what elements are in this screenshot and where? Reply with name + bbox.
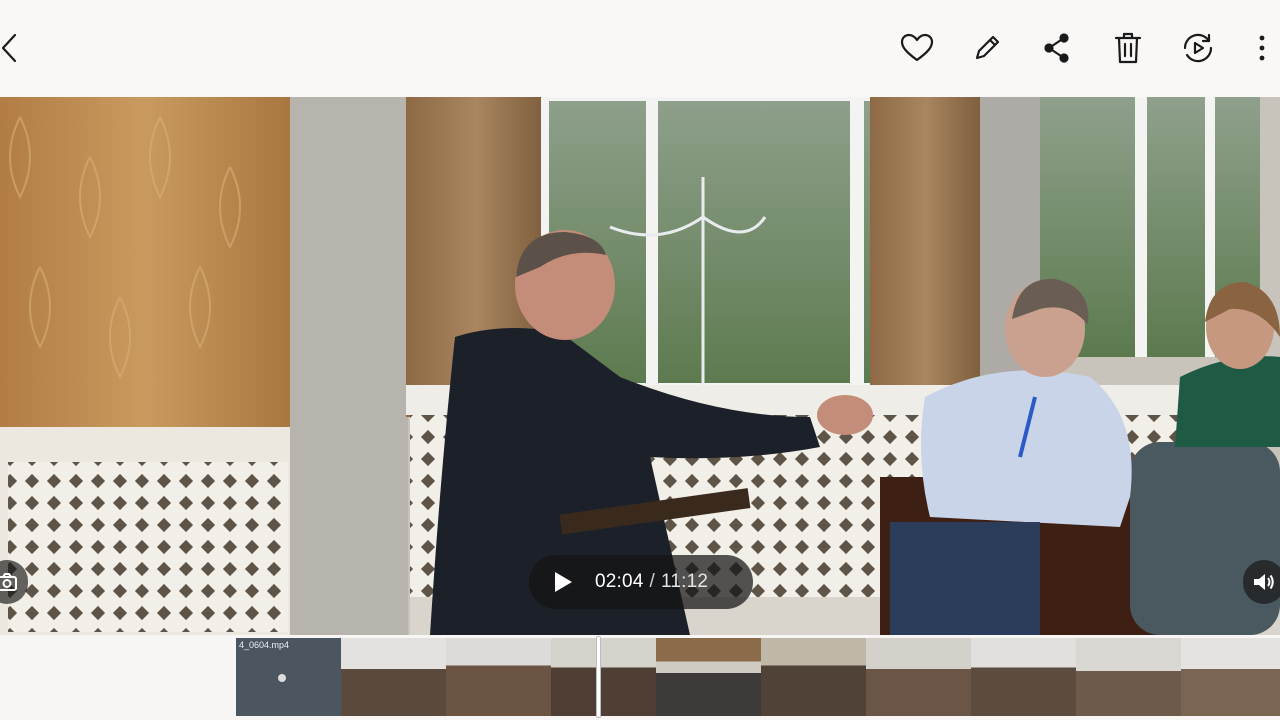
trash-icon	[1114, 32, 1142, 64]
speaker-icon	[1254, 574, 1274, 590]
filmstrip-frame[interactable]	[551, 638, 656, 716]
frame-marker	[278, 674, 286, 682]
filmstrip-frame[interactable]	[866, 638, 971, 716]
share-icon	[1044, 33, 1069, 63]
edit-button[interactable]	[967, 28, 1007, 68]
filmstrip-frame[interactable]	[446, 638, 551, 716]
play-button[interactable]	[553, 570, 575, 594]
frame-filename-label: 4_0604.mp4	[239, 640, 290, 650]
filmstrip-frame[interactable]	[341, 638, 446, 716]
filmstrip[interactable]: 4_0604.mp4	[236, 638, 1280, 716]
total-time: 11:12	[661, 571, 709, 592]
filmstrip-frame[interactable]	[1181, 638, 1280, 716]
filmstrip-frame[interactable]	[656, 638, 761, 716]
back-button[interactable]	[0, 28, 30, 68]
delete-button[interactable]	[1108, 28, 1148, 68]
convert-button[interactable]	[1178, 28, 1218, 68]
more-options-button[interactable]	[1242, 28, 1280, 68]
play-icon	[555, 572, 572, 592]
camera-capture-icon	[0, 573, 17, 591]
time-readout: 02:04/11:12	[595, 571, 708, 593]
more-vertical-icon	[1259, 35, 1265, 61]
pencil-icon	[975, 35, 1000, 60]
favorite-button[interactable]	[897, 28, 937, 68]
play-circle-arrows-icon	[1183, 33, 1213, 63]
playback-controls: 02:04/11:12	[529, 555, 753, 609]
current-time: 02:04	[595, 571, 644, 592]
filmstrip-frame[interactable]	[1076, 638, 1181, 716]
time-separator: /	[649, 571, 656, 592]
top-toolbar	[0, 0, 1280, 97]
chevron-left-icon	[1, 33, 17, 63]
playhead-scrubber[interactable]	[596, 636, 601, 718]
filmstrip-frame[interactable]	[761, 638, 866, 716]
volume-button[interactable]	[1243, 560, 1280, 604]
filmstrip-frame[interactable]: 4_0604.mp4	[236, 638, 341, 716]
heart-icon	[900, 33, 934, 62]
share-button[interactable]	[1037, 28, 1077, 68]
filmstrip-frame[interactable]	[971, 638, 1076, 716]
